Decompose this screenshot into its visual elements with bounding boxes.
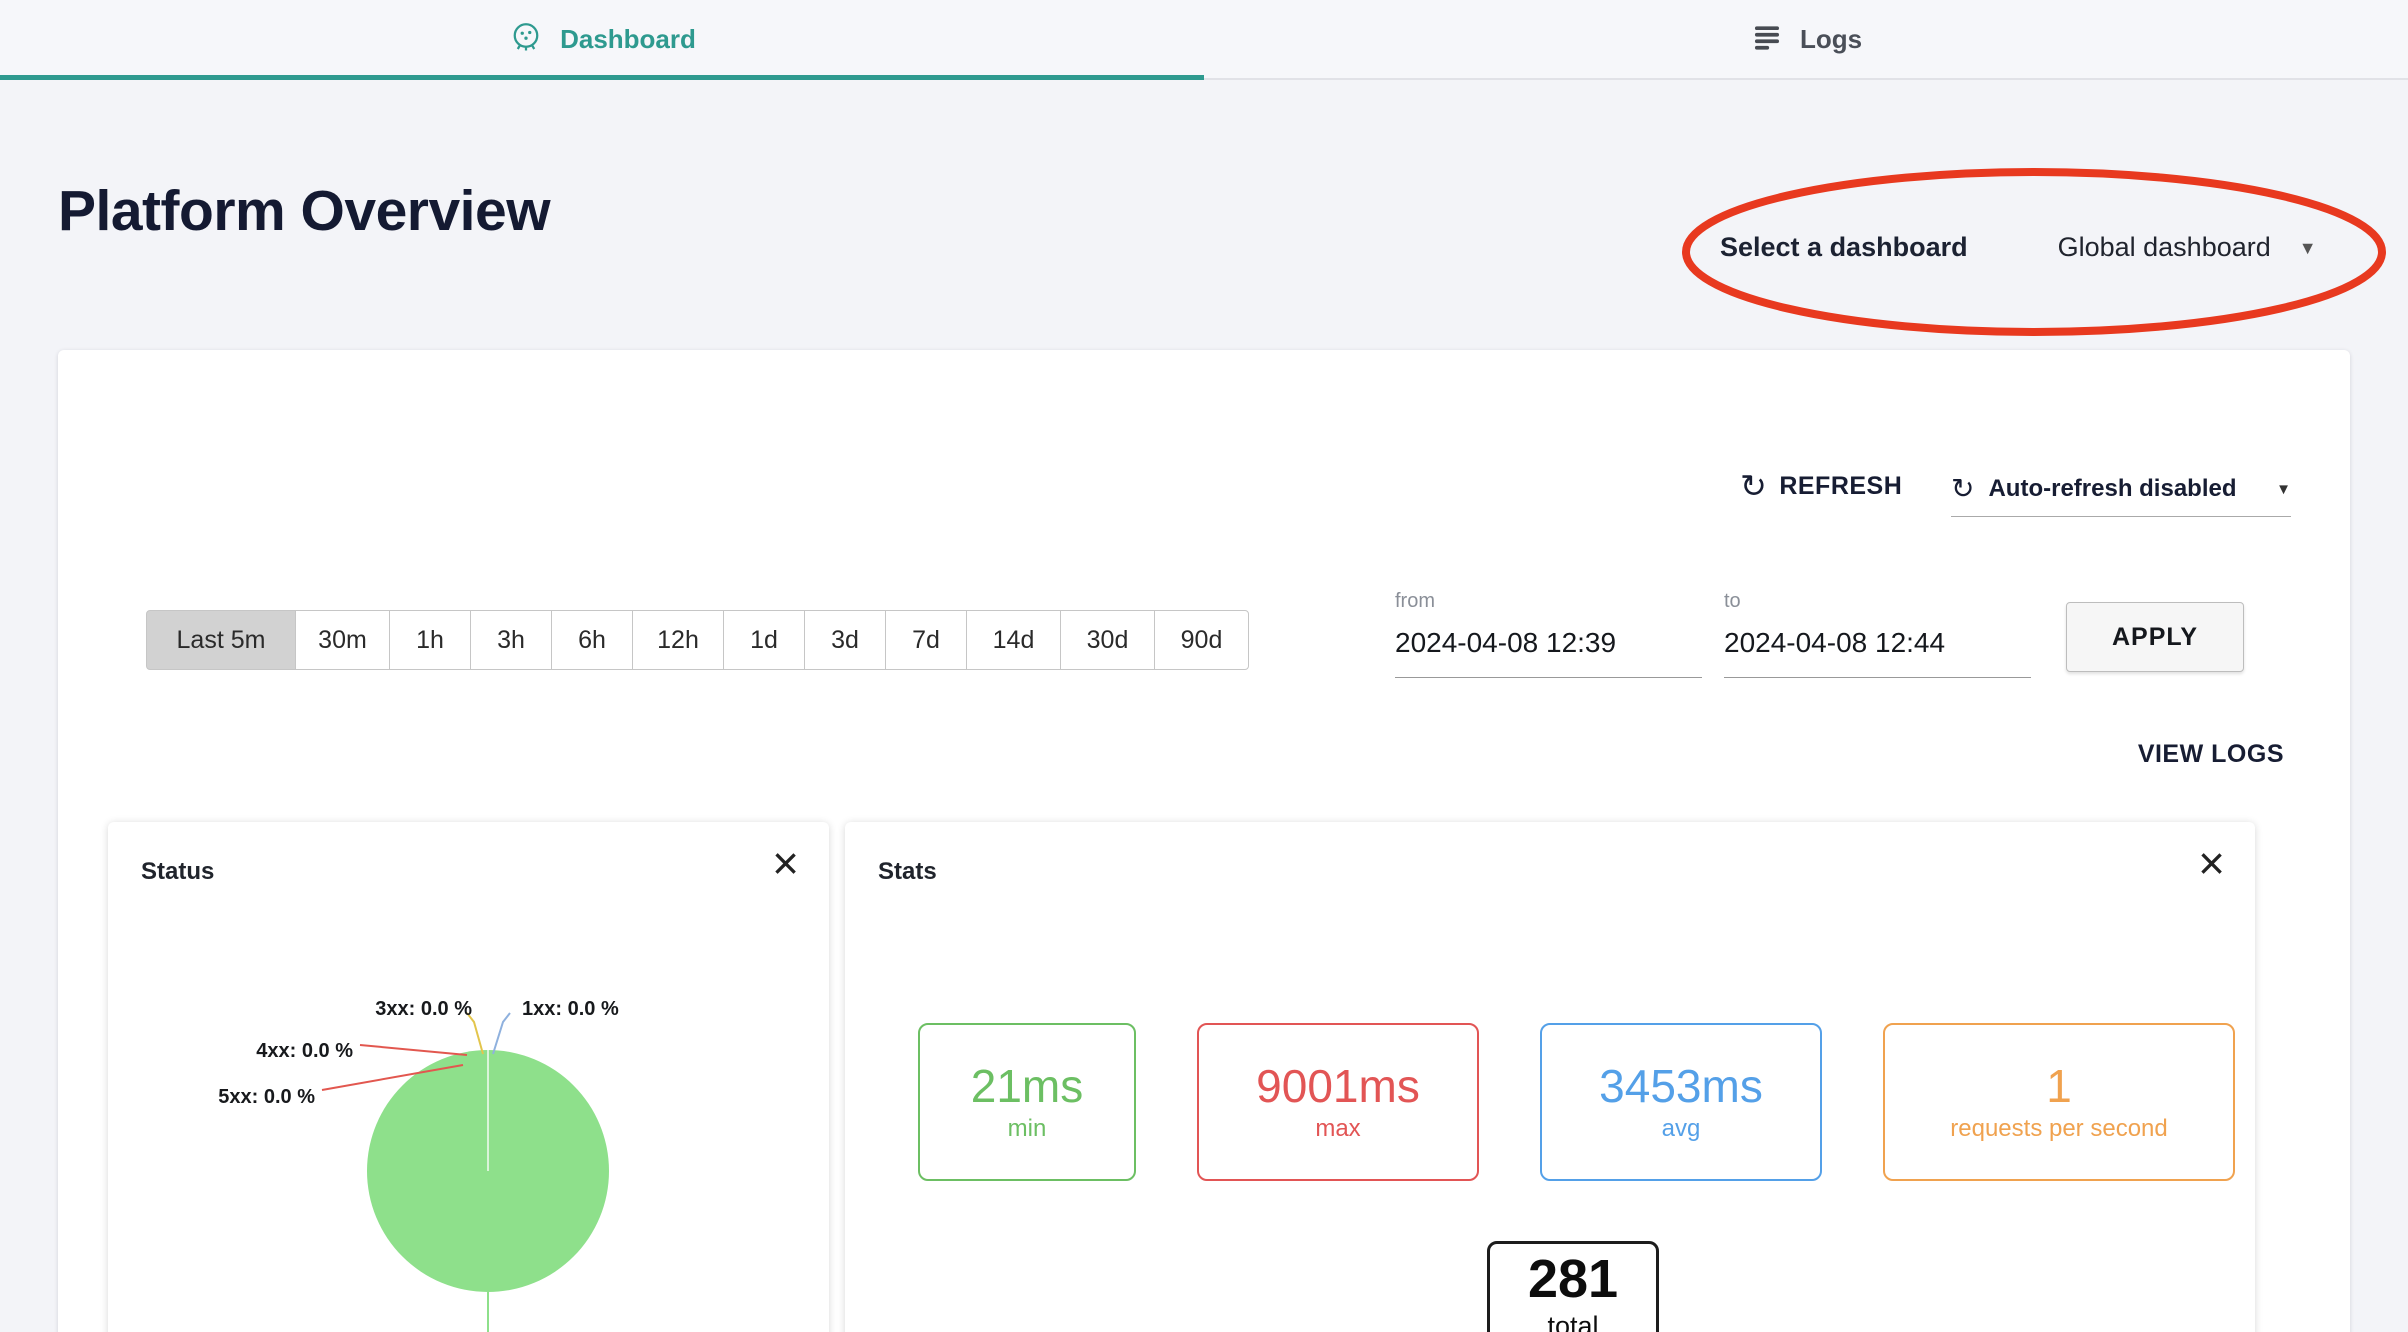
range-button-3d[interactable]: 3d bbox=[804, 610, 886, 670]
stat-row: 21ms min 9001ms max 3453ms avg 1 request… bbox=[918, 1023, 2235, 1181]
refresh-icon: ↻ bbox=[1740, 470, 1767, 502]
pie-label-1xx: 1xx: 0.0 % bbox=[522, 998, 619, 1020]
tab-bar: Dashboard Logs bbox=[0, 0, 2408, 80]
pie-label-5xx: 5xx: 0.0 % bbox=[218, 1086, 315, 1108]
range-button-12h[interactable]: 12h bbox=[632, 610, 724, 670]
close-icon[interactable]: × bbox=[772, 840, 799, 886]
dashboard-select-row: Select a dashboard Global dashboard ▼ bbox=[1720, 232, 2317, 263]
status-panel-title: Status bbox=[141, 858, 214, 886]
tab-dashboard-label: Dashboard bbox=[560, 24, 696, 55]
status-pie-chart: 3xx: 0.0 % 1xx: 0.0 % 4xx: 0.0 % 5xx: 0.… bbox=[108, 822, 829, 1332]
range-button-30m[interactable]: 30m bbox=[295, 610, 390, 670]
stat-rps-value: 1 bbox=[2046, 1061, 2072, 1112]
range-button-7d[interactable]: 7d bbox=[885, 610, 967, 670]
stat-requests-per-second: 1 requests per second bbox=[1883, 1023, 2235, 1181]
tab-logs-label: Logs bbox=[1800, 24, 1862, 55]
range-button-30d[interactable]: 30d bbox=[1060, 610, 1155, 670]
chevron-down-icon: ▼ bbox=[2299, 239, 2317, 257]
stats-panel-title: Stats bbox=[878, 858, 937, 886]
auto-refresh-label: Auto-refresh disabled bbox=[1988, 475, 2236, 503]
range-button-14d[interactable]: 14d bbox=[966, 610, 1061, 670]
dashboard-icon bbox=[508, 19, 544, 60]
to-value[interactable]: 2024-04-08 12:44 bbox=[1724, 627, 2031, 659]
stat-rps-label: requests per second bbox=[1950, 1115, 2167, 1143]
pie-main-slice bbox=[367, 1050, 609, 1292]
view-logs-link[interactable]: VIEW LOGS bbox=[2138, 740, 2284, 769]
to-field[interactable]: to 2024-04-08 12:44 bbox=[1724, 590, 2031, 678]
stat-total-value: 281 bbox=[1528, 1250, 1618, 1309]
range-button-last-5m[interactable]: Last 5m bbox=[146, 610, 296, 670]
dashboard-card: ↻ REFRESH ↻ Auto-refresh disabled ▼ Last… bbox=[58, 350, 2350, 1332]
active-tab-indicator bbox=[0, 75, 1204, 80]
chevron-down-icon: ▼ bbox=[2276, 482, 2291, 497]
refresh-button[interactable]: ↻ REFRESH bbox=[1740, 470, 1902, 502]
stat-min-label: min bbox=[1008, 1115, 1047, 1143]
stat-min-value: 21ms bbox=[971, 1061, 1083, 1112]
auto-refresh-select[interactable]: ↻ Auto-refresh disabled ▼ bbox=[1951, 462, 2291, 517]
pie-leader-1xx bbox=[493, 1013, 510, 1054]
dashboard-select-label: Select a dashboard bbox=[1720, 232, 1968, 263]
stat-avg: 3453ms avg bbox=[1540, 1023, 1822, 1181]
logs-icon bbox=[1750, 20, 1784, 59]
from-label: from bbox=[1395, 590, 1702, 613]
range-button-1d[interactable]: 1d bbox=[723, 610, 805, 670]
stat-avg-value: 3453ms bbox=[1599, 1061, 1763, 1112]
page-title: Platform Overview bbox=[58, 178, 550, 244]
stat-max: 9001ms max bbox=[1197, 1023, 1479, 1181]
apply-button[interactable]: APPLY bbox=[2066, 602, 2244, 672]
status-panel: Status × 3xx: 0.0 % 1xx: 0.0 % 4xx: 0.0 … bbox=[108, 822, 829, 1332]
stat-total-label: total bbox=[1547, 1311, 1598, 1332]
auto-refresh-icon: ↻ bbox=[1951, 475, 1974, 503]
pie-leader-5xx bbox=[322, 1065, 463, 1090]
pie-leader-3xx bbox=[467, 1013, 483, 1054]
stat-total: 281 total bbox=[1487, 1241, 1659, 1332]
app-screen: Dashboard Logs Platform Overview Select … bbox=[0, 0, 2408, 1332]
range-button-6h[interactable]: 6h bbox=[551, 610, 633, 670]
dashboard-select[interactable]: Global dashboard ▼ bbox=[2058, 232, 2317, 263]
refresh-label: REFRESH bbox=[1779, 472, 1902, 501]
pie-leader-4xx bbox=[360, 1045, 467, 1055]
pie-label-4xx: 4xx: 0.0 % bbox=[256, 1040, 353, 1062]
range-button-3h[interactable]: 3h bbox=[470, 610, 552, 670]
close-icon[interactable]: × bbox=[2198, 840, 2225, 886]
from-value[interactable]: 2024-04-08 12:39 bbox=[1395, 627, 1702, 659]
stat-avg-label: avg bbox=[1662, 1115, 1701, 1143]
from-field[interactable]: from 2024-04-08 12:39 bbox=[1395, 590, 1702, 678]
stat-min: 21ms min bbox=[918, 1023, 1136, 1181]
to-label: to bbox=[1724, 590, 2031, 613]
tab-dashboard[interactable]: Dashboard bbox=[0, 0, 1204, 78]
pie-label-3xx: 3xx: 0.0 % bbox=[375, 998, 472, 1020]
stats-panel: Stats × 21ms min 9001ms max 3453ms avg 1… bbox=[845, 822, 2255, 1332]
range-button-90d[interactable]: 90d bbox=[1154, 610, 1249, 670]
stat-max-value: 9001ms bbox=[1256, 1061, 1420, 1112]
stat-max-label: max bbox=[1315, 1115, 1360, 1143]
tab-logs[interactable]: Logs bbox=[1204, 0, 2408, 78]
range-button-1h[interactable]: 1h bbox=[389, 610, 471, 670]
time-range-group: Last 5m 30m 1h 3h 6h 12h 1d 3d 7d 14d 30… bbox=[146, 610, 1249, 670]
dashboard-select-value: Global dashboard bbox=[2058, 232, 2271, 263]
